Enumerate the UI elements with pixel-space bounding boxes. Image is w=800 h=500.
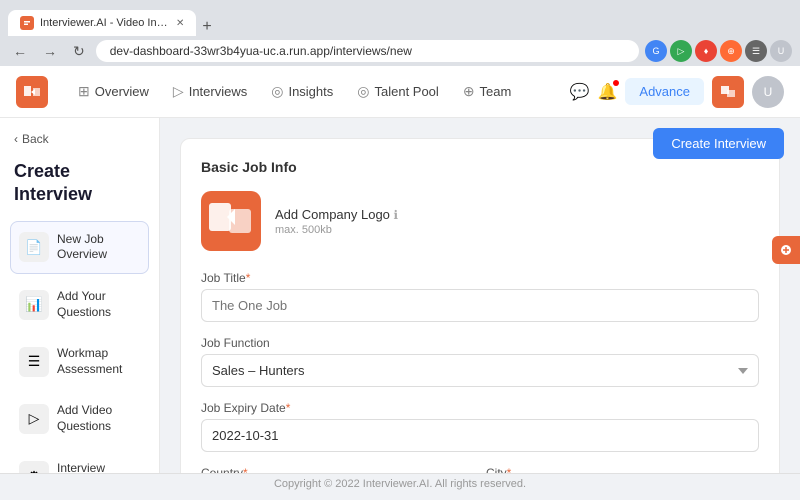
talent-pool-icon: ◎	[357, 83, 369, 100]
job-expiry-group: Job Expiry Date*	[201, 401, 759, 452]
team-icon: ⊕	[463, 83, 475, 100]
chat-icon-button[interactable]: 💬	[570, 82, 590, 102]
back-button[interactable]: ‹ Back	[10, 130, 149, 148]
new-tab-button[interactable]: +	[196, 18, 217, 36]
questions-icon: 📊	[19, 290, 49, 320]
logo-upload-label: Add Company Logo ℹ	[275, 207, 398, 222]
sidebar-step-interview-settings[interactable]: ⚙ Interview Settings	[10, 450, 149, 473]
user-avatar[interactable]: U	[752, 76, 784, 108]
job-function-label: Job Function	[201, 336, 759, 350]
nav-interviews[interactable]: ▷ Interviews	[163, 77, 257, 106]
ext-icon-4[interactable]: ⊕	[720, 40, 742, 62]
video-questions-icon: ▷	[19, 404, 49, 434]
nav-insights[interactable]: ◎ Insights	[261, 77, 343, 106]
ext-icon-2[interactable]: ▷	[670, 40, 692, 62]
insights-icon: ◎	[271, 83, 283, 100]
advance-button[interactable]: Advance	[625, 78, 704, 105]
questions-label: Add Your Questions	[57, 289, 140, 320]
workmap-icon: ☰	[19, 347, 49, 377]
country-label: Country*	[201, 466, 474, 473]
ext-icon-5[interactable]: ☰	[745, 40, 767, 62]
nav-overview[interactable]: ⊞ Overview	[68, 77, 159, 106]
page-title: Create Interview	[10, 156, 149, 217]
ext-icon-1[interactable]: G	[645, 40, 667, 62]
user-avatar-browser[interactable]: U	[770, 40, 792, 62]
country-group: Country*	[201, 466, 474, 473]
nav-talent-pool[interactable]: ◎ Talent Pool	[347, 77, 449, 106]
sidebar-step-new-job[interactable]: 📄 New Job Overview	[10, 221, 149, 274]
footer: Copyright © 2022 Interviewer.AI. All rig…	[0, 473, 800, 494]
video-questions-label: Add Video Questions	[57, 403, 140, 434]
bell-button[interactable]: 🔔	[597, 82, 617, 102]
workmap-label: Workmap Assessment	[57, 346, 140, 377]
logo-upload-hint: max. 500kb	[275, 224, 398, 236]
job-expiry-input[interactable]	[201, 419, 759, 452]
refresh-nav-button[interactable]: ↻	[68, 41, 90, 62]
job-function-select[interactable]: Sales – HuntersEngineeringMarketingDesig…	[201, 354, 759, 387]
back-chevron-icon: ‹	[14, 132, 18, 146]
city-group: City*	[486, 466, 759, 473]
new-job-icon: 📄	[19, 232, 49, 262]
tab-favicon	[20, 16, 34, 30]
overview-icon: ⊞	[78, 83, 90, 100]
settings-icon: ⚙	[19, 461, 49, 473]
back-nav-button[interactable]: ←	[8, 41, 32, 61]
address-bar-row: ← → ↻ G ▷ ♦ ⊕ ☰ U	[0, 36, 800, 66]
left-sidebar: ‹ Back Create Interview 📄 New Job Overvi…	[0, 118, 160, 473]
job-title-label: Job Title*	[201, 271, 759, 285]
active-tab[interactable]: Interviewer.AI - Video Intelli... ✕	[8, 10, 196, 36]
section-title: Basic Job Info	[201, 159, 759, 175]
new-job-label: New Job Overview	[57, 232, 140, 263]
sidebar-step-video-questions[interactable]: ▷ Add Video Questions	[10, 392, 149, 445]
right-content: Create Interview Basic Job Info Ad	[160, 118, 800, 473]
job-function-group: Job Function Sales – HuntersEngineeringM…	[201, 336, 759, 387]
forward-nav-button[interactable]: →	[38, 41, 62, 61]
tab-title: Interviewer.AI - Video Intelli...	[40, 17, 170, 29]
main-area: ‹ Back Create Interview 📄 New Job Overvi…	[0, 118, 800, 473]
sidebar-step-questions[interactable]: 📊 Add Your Questions	[10, 278, 149, 331]
ext-icon-3[interactable]: ♦	[695, 40, 717, 62]
settings-label: Interview Settings	[57, 461, 140, 473]
basic-job-info-card: Basic Job Info Add Company Logo ℹ	[180, 138, 780, 473]
chat-app-button[interactable]	[712, 76, 744, 108]
logo-upload-row: Add Company Logo ℹ max. 500kb	[201, 191, 759, 251]
logo-info-icon: ℹ	[394, 208, 399, 222]
logo-preview[interactable]	[201, 191, 261, 251]
job-expiry-label: Job Expiry Date*	[201, 401, 759, 415]
job-title-group: Job Title*	[201, 271, 759, 322]
logo-box	[16, 76, 48, 108]
tab-close-button[interactable]: ✕	[176, 18, 184, 29]
floating-widget[interactable]	[772, 236, 800, 264]
top-nav: ⊞ Overview ▷ Interviews ◎ Insights ◎ Tal…	[0, 66, 800, 118]
create-interview-button[interactable]: Create Interview	[653, 128, 784, 159]
nav-items: ⊞ Overview ▷ Interviews ◎ Insights ◎ Tal…	[68, 77, 570, 106]
interviews-icon: ▷	[173, 83, 184, 100]
extensions-area: G ▷ ♦ ⊕ ☰ U	[645, 40, 792, 62]
location-row: Country* City*	[201, 466, 759, 473]
job-title-input[interactable]	[201, 289, 759, 322]
logo-upload-info: Add Company Logo ℹ max. 500kb	[275, 207, 398, 236]
nav-right: 💬 🔔 Advance U	[570, 76, 784, 108]
nav-team[interactable]: ⊕ Team	[453, 77, 522, 106]
city-label: City*	[486, 466, 759, 473]
address-input[interactable]	[96, 40, 639, 62]
logo[interactable]	[16, 76, 48, 108]
notification-dot	[613, 80, 619, 86]
sidebar-step-workmap[interactable]: ☰ Workmap Assessment	[10, 335, 149, 388]
